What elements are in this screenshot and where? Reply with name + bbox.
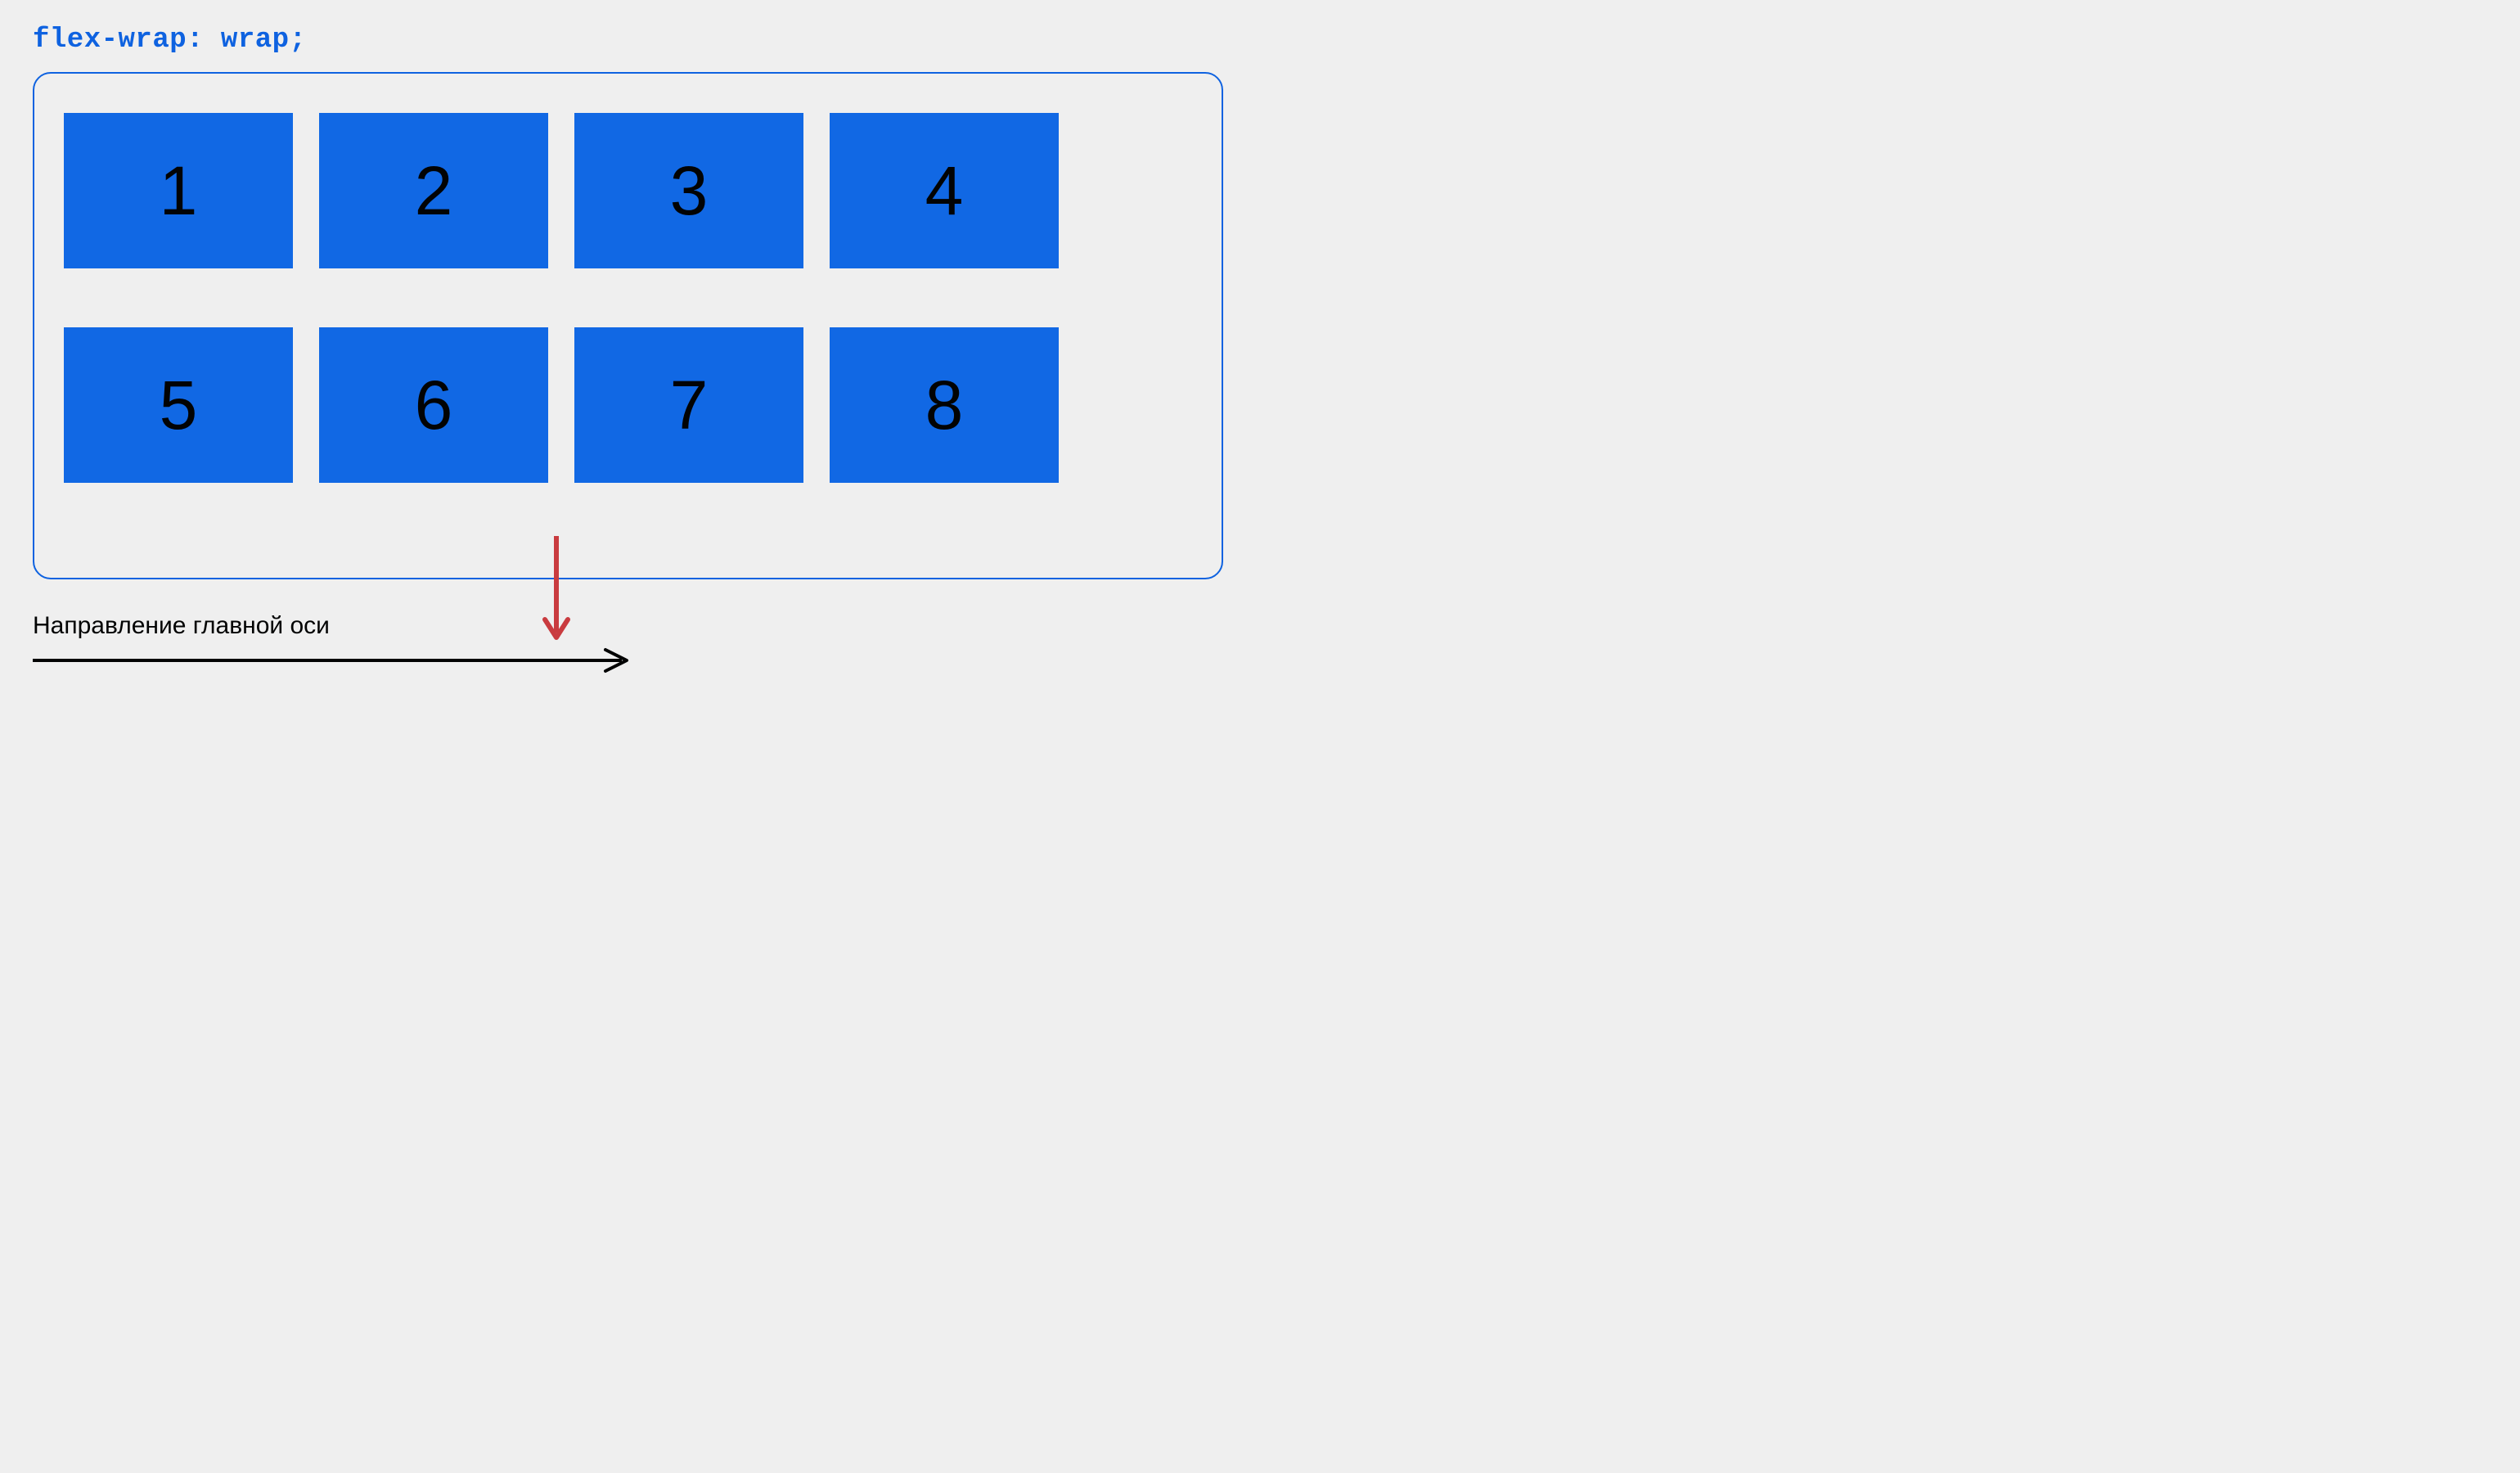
- flex-item: 3: [574, 113, 803, 268]
- main-axis-arrow-icon: [33, 646, 630, 674]
- flex-item: 6: [319, 327, 548, 483]
- main-axis-block: Направление главной оси: [33, 612, 1227, 678]
- flex-container: 1 2 3 4 5 6 7 8: [33, 72, 1223, 579]
- flex-item: 7: [574, 327, 803, 483]
- flex-item: 4: [830, 113, 1059, 268]
- flex-wrap-box: 1 2 3 4 5 6 7 8: [64, 113, 1070, 483]
- main-axis-label: Направление главной оси: [33, 612, 1227, 640]
- flex-item: 1: [64, 113, 293, 268]
- flex-item: 5: [64, 327, 293, 483]
- flex-item: 2: [319, 113, 548, 268]
- code-heading: flex-wrap: wrap;: [33, 25, 1227, 56]
- flex-item: 8: [830, 327, 1059, 483]
